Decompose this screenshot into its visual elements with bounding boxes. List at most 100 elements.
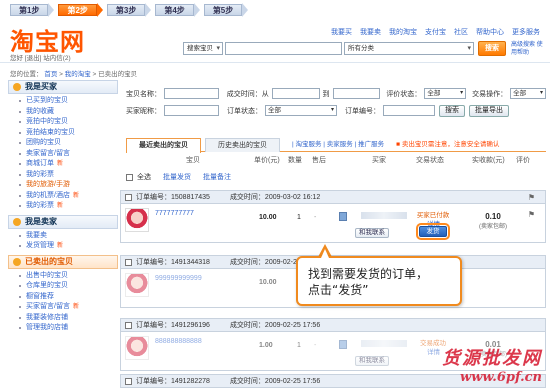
rating-status-select[interactable]: 全部 — [424, 88, 467, 99]
breadcrumb: 您的位置： 首页 > 我的淘宝 > 已卖出的宝贝 — [10, 71, 138, 78]
site-watermark: 货源批发网 www.6pf.cn — [442, 348, 542, 385]
buyer-nick-input[interactable] — [164, 105, 219, 116]
item-title-link[interactable]: 999999999999 — [155, 275, 202, 282]
batch-note-link[interactable]: 批量备注 — [203, 172, 231, 182]
service-links[interactable]: | 淘宝服务 | 卖家服务 | 推广服务 — [292, 138, 384, 151]
rate-flag-icon[interactable]: ⚑ — [528, 210, 535, 219]
item-title-link[interactable]: 7777777777 — [155, 210, 194, 217]
sidebar-item[interactable]: 已买到的宝贝 — [19, 96, 118, 107]
step-1: 第1步 — [10, 3, 55, 17]
tab-history-sold[interactable]: 历史卖出的宝贝 — [205, 138, 280, 152]
sidebar-item[interactable]: 竞拍结束的宝贝 — [19, 128, 118, 139]
order-checkbox[interactable] — [125, 321, 132, 329]
sidebar-section-seller[interactable]: 我是卖家 — [8, 214, 118, 229]
detail-link[interactable]: 详情 — [427, 346, 440, 356]
batch-ship-link[interactable]: 批量发货 — [163, 172, 191, 182]
buyer-name-blurred[interactable] — [361, 212, 407, 219]
flag-icon[interactable]: ⚑ — [528, 193, 535, 202]
sidebar-item[interactable]: 团购的宝贝 — [19, 138, 118, 149]
batch-export-button[interactable]: 批量导出 — [469, 104, 509, 117]
search-type-select[interactable]: 搜索宝贝 — [183, 42, 223, 55]
sold-items-tabs: 最近卖出的宝贝 历史卖出的宝贝 | 淘宝服务 | 卖家服务 | 推广服务 ■ 卖… — [126, 138, 546, 153]
advanced-search-link[interactable]: 高级搜索 使用帮助 — [511, 41, 547, 57]
nav-my-taobao[interactable]: 我的淘宝 — [389, 27, 417, 37]
tab-recent-sold[interactable]: 最近卖出的宝贝 — [126, 138, 201, 153]
filter-search-button[interactable]: 搜索 — [439, 104, 465, 117]
nav-sell[interactable]: 我要卖 — [360, 27, 381, 37]
category-select[interactable]: 所有分类 — [344, 42, 474, 55]
item-thumbnail[interactable] — [125, 208, 149, 232]
sidebar-item[interactable]: 买家留言/留言新 — [19, 302, 118, 313]
sidebar-item[interactable]: 我的机票/酒店新 — [19, 191, 118, 202]
order-checkbox[interactable] — [125, 193, 132, 201]
item-title-link[interactable]: 888888888888 — [155, 338, 202, 345]
buyer-icon — [13, 83, 21, 91]
sidebar-item[interactable]: 商城订单新 — [19, 159, 118, 170]
notice-link[interactable]: ■ 卖出宝贝需注意，注意安全请确认 — [396, 138, 499, 151]
sidebar-section-buyer[interactable]: 我是买家 — [8, 80, 118, 94]
sidebar-item[interactable]: 管理我的店铺 — [19, 323, 118, 334]
buyer-card-icon[interactable] — [339, 212, 347, 221]
order-row: 订单编号：1508817435 成交时间：2009-03-02 16:12 ⚑ … — [120, 190, 546, 243]
ship-button[interactable]: 发货 — [416, 223, 450, 240]
order-checkbox[interactable] — [125, 258, 132, 266]
nav-help[interactable]: 帮助中心 — [476, 27, 504, 37]
select-all-checkbox[interactable] — [126, 173, 133, 181]
sidebar-item[interactable]: 我的收藏 — [19, 107, 118, 118]
sidebar-item[interactable]: 我要装修店铺 — [19, 313, 118, 324]
nav-buy[interactable]: 我要买 — [331, 27, 352, 37]
bulk-actions: 全选 批量发货 批量备注 — [126, 172, 231, 182]
contact-me-button[interactable]: 和我联系 — [355, 356, 389, 366]
buyer-menu: 已买到的宝贝 我的收藏 竞拍中的宝贝 竞拍结束的宝贝 团购的宝贝 卖家留言/留言… — [8, 94, 118, 215]
sidebar-item[interactable]: 竞拍中的宝贝 — [19, 117, 118, 128]
sidebar-item[interactable]: 我的彩票 — [19, 170, 118, 181]
contact-me-button[interactable]: 和我联系 — [355, 228, 389, 238]
order-no-input[interactable] — [383, 105, 435, 116]
deal-time-to-input[interactable] — [332, 88, 381, 99]
nav-community[interactable]: 社区 — [454, 27, 468, 37]
sidebar: 我是买家 已买到的宝贝 我的收藏 竞拍中的宝贝 竞拍结束的宝贝 团购的宝贝 卖家… — [8, 80, 118, 337]
header-divider — [0, 62, 550, 63]
breadcrumb-home[interactable]: 首页 — [44, 71, 57, 78]
seller-icon — [13, 217, 21, 226]
buyer-name-blurred[interactable] — [361, 340, 407, 347]
item-thumbnail[interactable] — [125, 336, 149, 360]
step-3: 第3步 — [106, 3, 152, 17]
order-checkbox[interactable] — [125, 377, 132, 385]
item-thumbnail[interactable] — [125, 273, 149, 297]
sidebar-item[interactable]: 发货管理新 — [19, 241, 118, 252]
new-badge: 新 — [72, 192, 79, 199]
sidebar-item[interactable]: 出售中的宝贝 — [19, 271, 118, 282]
table-header: 宝贝 单价(元) 数量 售后 买家 交易状态 实收款(元) 评价 — [186, 157, 530, 164]
sold-icon — [13, 257, 21, 266]
step-bar: 第1步 第2步 第3步 第4步 第5步 — [0, 0, 550, 20]
sidebar-section-sold[interactable]: 已卖出的宝贝 — [8, 254, 118, 269]
new-badge: 新 — [57, 161, 64, 167]
item-name-input[interactable] — [164, 88, 219, 99]
seller-menu: 我要卖 发货管理新 — [8, 229, 118, 255]
new-badge: 新 — [57, 203, 64, 209]
sidebar-item[interactable]: 卖家留言/留言 — [19, 149, 118, 160]
new-badge: 新 — [72, 304, 79, 310]
nav-alipay[interactable]: 支付宝 — [425, 27, 446, 37]
order-filter-form: 宝贝名称： 成交时间：从 到 评价状态： 全部 交易操作： 全部 买家昵称： 订… — [126, 86, 546, 118]
step-5: 第5步 — [203, 3, 249, 17]
sidebar-item[interactable]: 橱窗推荐 — [19, 292, 118, 303]
nav-more[interactable]: 更多服务 — [512, 27, 540, 37]
search-bar: 搜索宝贝 所有分类 — [183, 42, 474, 55]
step-4: 第4步 — [155, 3, 200, 17]
sidebar-item[interactable]: 我的彩票新 — [19, 201, 118, 212]
order-status-select[interactable]: 全部 — [265, 105, 337, 116]
trade-ops-select[interactable]: 全部 — [510, 88, 546, 99]
breadcrumb-my-taobao[interactable]: 我的淘宝 — [65, 71, 91, 78]
sidebar-item[interactable]: 我的旅游/手游 — [19, 180, 118, 191]
search-button[interactable]: 搜索 — [478, 41, 506, 56]
sidebar-item[interactable]: 仓库里的宝贝 — [19, 281, 118, 292]
sidebar-item[interactable]: 我要卖 — [19, 231, 118, 242]
buyer-card-icon[interactable] — [339, 340, 347, 349]
breadcrumb-current: 已卖出的宝贝 — [98, 71, 138, 78]
deal-time-from-input[interactable] — [271, 88, 320, 99]
top-nav: 我要买 我要卖 我的淘宝 支付宝 社区 帮助中心 更多服务 — [323, 27, 540, 37]
paid-amount: 0.10 (卖家包邮) — [479, 212, 507, 230]
search-input[interactable] — [225, 42, 342, 55]
